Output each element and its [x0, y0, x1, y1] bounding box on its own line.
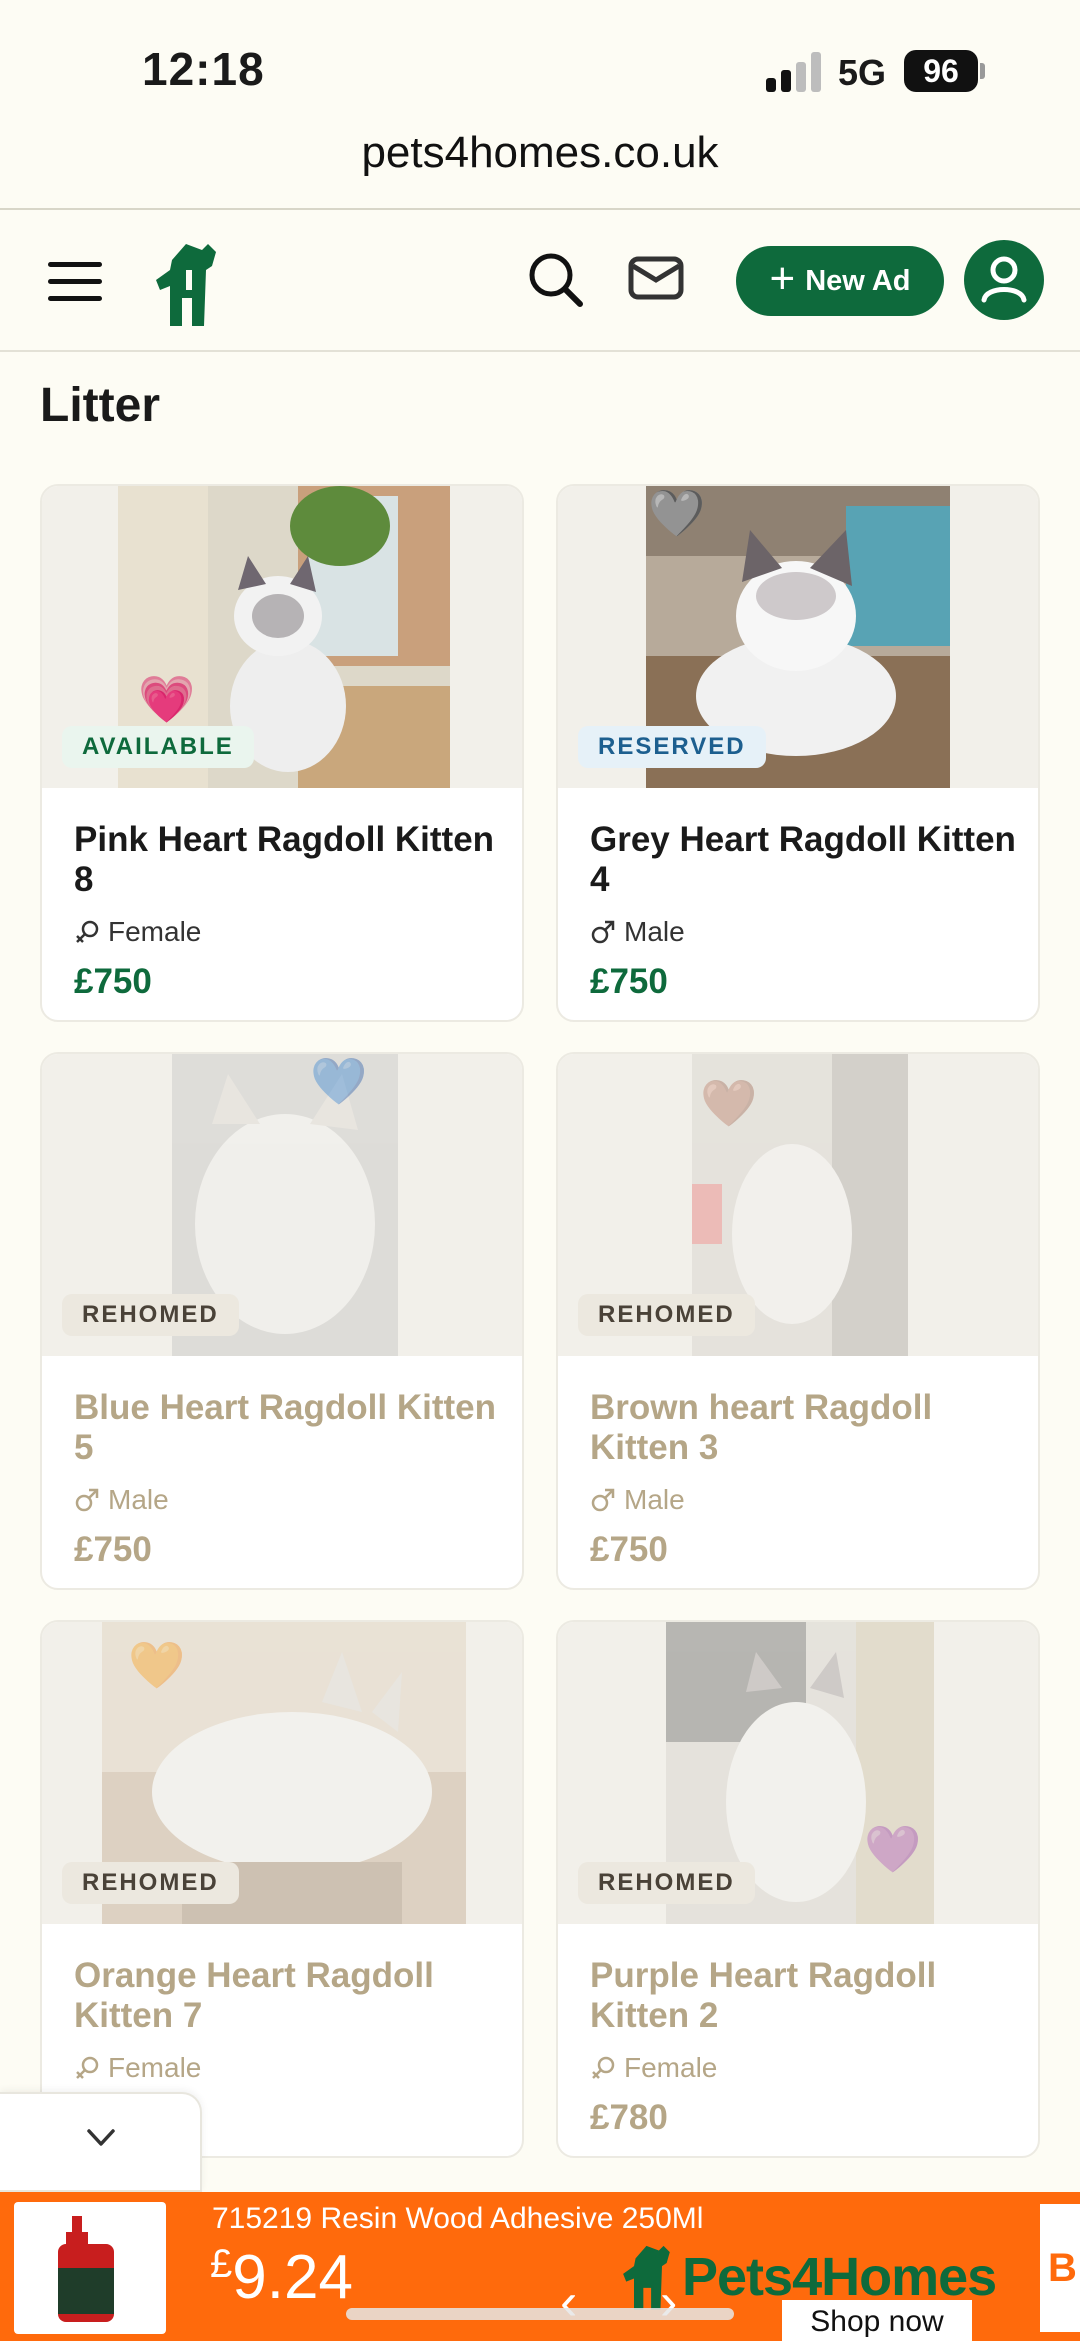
status-time: 12:18 [142, 43, 265, 95]
listing-image: 💜 REHOMED [558, 1622, 1038, 1924]
listing-card[interactable]: 🧡 REHOMED Orange Heart Ragdoll Kitten 7 … [40, 1620, 524, 2158]
listing-gender: Male [590, 1484, 685, 1516]
battery-tip [980, 63, 985, 79]
listing-gender: Female [590, 2052, 717, 2084]
male-icon [591, 1488, 615, 1512]
listing-title[interactable]: Orange Heart Ragdoll Kitten 7 [74, 1956, 504, 2036]
listing-image: 💙 REHOMED [42, 1054, 522, 1356]
listing-price: £780 [590, 2098, 668, 2137]
listing-image: 🧡 REHOMED [42, 1622, 522, 1924]
ad-currency: £ [210, 2242, 233, 2286]
signal-icon [766, 52, 822, 92]
listing-image: 💗 AVAILABLE [42, 486, 522, 788]
gender-label: Female [108, 2052, 202, 2083]
ad-price-value: 9.24 [232, 2243, 353, 2312]
gender-label: Male [624, 1484, 685, 1515]
site-header: + New Ad [0, 210, 1080, 352]
listing-title[interactable]: Brown heart Ragdoll Kitten 3 [590, 1388, 1020, 1468]
listing-card[interactable]: 💙 REHOMED Blue Heart Ragdoll Kitten 5 Ma… [40, 1052, 524, 1590]
ad-price: £9.24 [210, 2242, 353, 2313]
heart-emoji: 🩶 [648, 487, 706, 539]
glue-bottle-icon [58, 2216, 114, 2322]
gender-label: Female [624, 2052, 718, 2083]
listing-image: 🤎 REHOMED [558, 1054, 1038, 1356]
ad-next-icon[interactable]: › [660, 2272, 677, 2332]
plus-icon: + [769, 254, 796, 303]
heart-emoji: 💗 [138, 673, 196, 725]
ad-next-card[interactable]: B [1040, 2204, 1080, 2332]
listing-price: £750 [74, 1530, 152, 1569]
male-icon [591, 920, 615, 944]
new-ad-label: New Ad [805, 264, 911, 297]
listing-title[interactable]: Purple Heart Ragdoll Kitten 2 [590, 1956, 1020, 2036]
profile-button[interactable] [964, 240, 1044, 320]
listing-gender: Female [74, 916, 201, 948]
user-icon [981, 256, 1027, 303]
gender-label: Male [108, 1484, 169, 1515]
chevron-down-icon [87, 2129, 115, 2146]
new-ad-button[interactable]: + New Ad [736, 246, 944, 316]
female-icon [76, 2056, 99, 2079]
battery-icon: 96 [904, 50, 978, 92]
status-badge: REHOMED [578, 1862, 755, 1904]
heart-emoji: 🧡 [128, 1639, 186, 1691]
status-badge: REHOMED [62, 1862, 239, 1904]
status-badge: AVAILABLE [62, 726, 254, 768]
url-bar[interactable]: pets4homes.co.uk [0, 128, 1080, 178]
status-badge: RESERVED [578, 726, 766, 768]
listing-card[interactable]: 💗 AVAILABLE Pink Heart Ragdoll Kitten 8 … [40, 484, 524, 1022]
network-label: 5G [838, 52, 887, 93]
listing-price: £750 [74, 962, 152, 1001]
listing-gender: Male [590, 916, 685, 948]
listing-gender: Female [74, 2052, 201, 2084]
section-title: Litter [40, 379, 160, 432]
ad-previous-icon[interactable]: ‹ [560, 2272, 577, 2332]
listing-image: 🩶 RESERVED [558, 486, 1038, 788]
pets4homes-logo[interactable] [152, 240, 224, 328]
ad-product-title: 715219 Resin Wood Adhesive 250Ml [212, 2202, 704, 2235]
listing-title[interactable]: Grey Heart Ragdoll Kitten 4 [590, 820, 1020, 900]
listing-gender: Male [74, 1484, 169, 1516]
status-badge: REHOMED [578, 1294, 755, 1336]
listing-title[interactable]: Pink Heart Ragdoll Kitten 8 [74, 820, 504, 900]
status-badge: REHOMED [62, 1294, 239, 1336]
main-content: Litter 💗 AVAILABLE Pink Heart Ragdoll Ki… [0, 354, 1080, 2194]
heart-emoji: 🤎 [700, 1077, 758, 1129]
heart-emoji: 💙 [310, 1055, 368, 1107]
female-icon [592, 2056, 615, 2079]
collapse-ad-button[interactable] [0, 2092, 202, 2192]
listing-price: £750 [590, 1530, 668, 1569]
status-bar: 12:18 5G 96 [0, 0, 1080, 140]
menu-icon[interactable] [48, 262, 102, 302]
gender-label: Female [108, 916, 202, 947]
ad-brand-name: Pets4Homes [682, 2247, 997, 2307]
male-icon [75, 1488, 99, 1512]
home-indicator[interactable] [346, 2308, 734, 2320]
shop-now-button[interactable]: Shop now [782, 2300, 972, 2341]
ad-product-image [14, 2202, 166, 2334]
search-icon[interactable] [526, 250, 586, 310]
mail-icon[interactable] [628, 256, 684, 300]
listing-card[interactable]: 🩶 RESERVED Grey Heart Ragdoll Kitten 4 M… [556, 484, 1040, 1022]
listing-title[interactable]: Blue Heart Ragdoll Kitten 5 [74, 1388, 504, 1468]
listing-card[interactable]: 💜 REHOMED Purple Heart Ragdoll Kitten 2 … [556, 1620, 1040, 2158]
gender-label: Male [624, 916, 685, 947]
female-icon [76, 920, 99, 943]
listing-price: £750 [590, 962, 668, 1001]
heart-emoji: 💜 [864, 1823, 922, 1875]
listing-card[interactable]: 🤎 REHOMED Brown heart Ragdoll Kitten 3 M… [556, 1052, 1040, 1590]
